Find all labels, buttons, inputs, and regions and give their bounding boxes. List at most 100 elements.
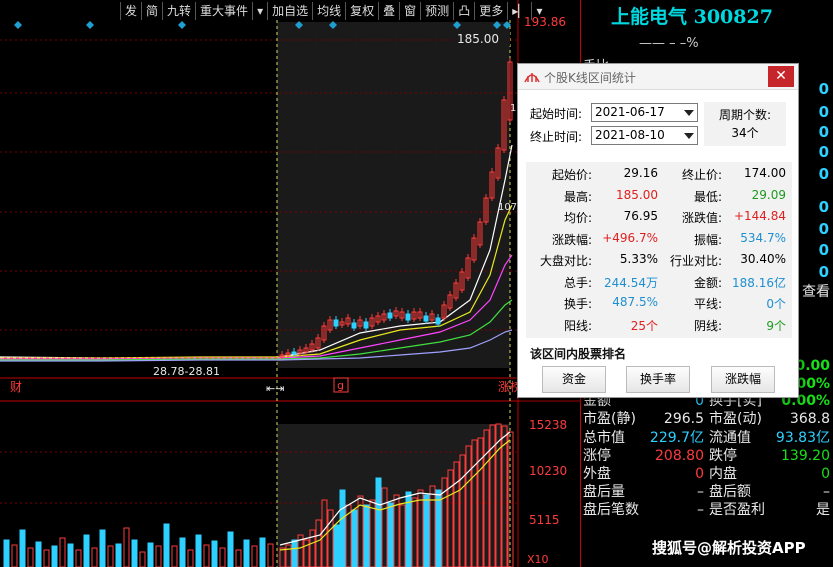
stock-change-summary: —— – –% [639, 36, 699, 51]
after-hours-trades-label: 盘后笔数 [583, 502, 639, 518]
stat-value: 244.54万 [604, 275, 658, 290]
chevron-down-icon [684, 110, 694, 116]
inner-volume-value: 0 [821, 466, 830, 482]
end-date-select[interactable]: 2021-08-10 [591, 126, 698, 145]
stat-label: 振幅: [693, 232, 722, 247]
stat-value: 9个 [766, 318, 786, 333]
after-hours-volume-value: – [697, 484, 704, 500]
limit-down-label: 跌停 [709, 448, 737, 464]
stat-label: 大盘对比: [539, 254, 592, 268]
level-value: 0 [818, 143, 829, 161]
volume-bar [387, 502, 394, 567]
volume-bar [219, 547, 226, 567]
toolbar-item-forecast[interactable]: 预测 [420, 2, 453, 20]
volume-bar [83, 534, 90, 567]
volume-bar [363, 504, 370, 567]
toolbar-item-major-events[interactable]: 重大事件 [195, 2, 252, 20]
float-cap-label: 流通值 [709, 430, 751, 446]
market-cap-value: 229.7亿 [649, 430, 704, 446]
volume-bar [423, 494, 430, 567]
float-cap-value: 93.83亿 [775, 430, 830, 446]
chart-toolbar: 发 简 九转 重大事件 ▾ 加自选 均线 复权 叠 窗 预测 凸 更多 ▸▏ ▾ [120, 2, 547, 20]
pe-dynamic-label: 市盈(动) [709, 411, 762, 427]
close-button[interactable]: ✕ [768, 66, 794, 87]
volume-bar [147, 542, 154, 567]
candle-body [351, 322, 357, 329]
volume-bar [243, 539, 250, 567]
period-count-box: 周期个数: 34个 [704, 102, 786, 146]
period-count-label: 周期个数: [718, 108, 772, 122]
volume-bar [235, 549, 242, 567]
stat-value: 534.7% [740, 230, 786, 245]
volume-bar [211, 540, 218, 567]
toolbar-item-more[interactable]: 更多 [474, 2, 507, 20]
stat-value: 0个 [766, 297, 786, 311]
volume-bar [227, 531, 234, 567]
stat-value: 30.40% [740, 252, 786, 266]
stat-value: 188.16亿 [732, 275, 786, 290]
stat-label: 阳线: [563, 318, 592, 333]
toolbar-lock-icon[interactable]: 凸 [453, 2, 474, 20]
stat-value: +144.84 [733, 209, 786, 223]
volume-bar [51, 545, 58, 567]
range-drag-arrows[interactable]: ⇤⇥ [266, 382, 284, 395]
volume-bar [179, 537, 186, 567]
rank-by-funds-button[interactable]: 资金 [542, 366, 606, 393]
stat-label: 涨跌幅: [551, 232, 592, 247]
volume-bar [163, 523, 170, 567]
dialog-titlebar[interactable]: 个股K线区间统计 ✕ [518, 64, 798, 90]
toolbar-dropdown-arrow[interactable]: ▾ [252, 2, 267, 20]
stat-label: 总手: [563, 275, 592, 290]
volume-bar [187, 549, 194, 567]
finance-marker[interactable]: 财 [10, 380, 22, 394]
volume-bar [267, 543, 274, 567]
event-g-marker[interactable]: g [337, 379, 344, 392]
toolbar-item-simple[interactable]: 简 [141, 2, 162, 20]
level-value: 0 [818, 123, 829, 141]
kline-chart-area[interactable]: 193.86 185.00 1 107 15238 10230 5115 X10… [0, 0, 580, 567]
toolbar-item-adjust[interactable]: 复权 [345, 2, 378, 20]
toolbar-item-add-watchlist[interactable]: 加自选 [267, 2, 312, 20]
rank-by-change-button[interactable]: 涨跌幅 [711, 366, 775, 393]
volume-bar [171, 545, 178, 567]
toolbar-item-fa[interactable]: 发 [120, 2, 141, 20]
stat-value: 25个 [630, 318, 658, 333]
chevron-down-icon [684, 133, 694, 139]
volume-bar [435, 489, 442, 567]
start-date-select[interactable]: 2021-06-17 [591, 103, 698, 122]
outer-volume-label: 外盘 [583, 466, 611, 482]
end-date-value: 2021-08-10 [595, 128, 665, 142]
candlestick-chart-icon [524, 73, 540, 83]
stat-label: 平线: [693, 297, 722, 311]
toolbar-pin-icon[interactable]: ▸▏ [507, 2, 531, 20]
volume-bar [259, 537, 266, 567]
volume-bar [115, 543, 122, 567]
after-hours-volume-label: 盘后量 [583, 484, 625, 500]
pe-static-label: 市盈(静) [583, 411, 636, 427]
stat-label: 最低: [693, 189, 722, 204]
volume-unit-label: X10 [527, 553, 549, 566]
volume-bar [339, 489, 346, 567]
stat-value: +496.7% [602, 230, 658, 245]
volume-bar [11, 544, 18, 567]
volume-bar [375, 477, 382, 567]
volume-bar [75, 549, 82, 567]
toolbar-menu-arrow[interactable]: ▾ [531, 2, 546, 20]
interval-stats-dialog: 个股K线区间统计 ✕ 起始时间: 2021-06-17 终止时间: 2021-0… [517, 63, 799, 398]
kline-chart[interactable]: 193.86 185.00 1 107 15238 10230 5115 X10… [0, 0, 580, 567]
rank-by-turnover-button[interactable]: 换手率 [626, 366, 690, 393]
toolbar-item-ma[interactable]: 均线 [312, 2, 345, 20]
stat-label: 最高: [563, 189, 592, 204]
volume-bar [123, 527, 130, 567]
stock-title: 上能电气 300827 [611, 6, 773, 28]
level-value: 0 [818, 198, 829, 216]
lookup-link[interactable]: 查看 [802, 283, 830, 301]
volume-bar [351, 509, 358, 567]
volume-bar [19, 529, 26, 567]
volume-bar [251, 545, 258, 567]
stat-value: 76.95 [623, 209, 658, 223]
toolbar-item-overlay[interactable]: 叠 [378, 2, 399, 20]
toolbar-item-window[interactable]: 窗 [399, 2, 420, 20]
toolbar-item-nine-turn[interactable]: 九转 [162, 2, 195, 20]
stat-value: 174.00 [744, 166, 786, 180]
